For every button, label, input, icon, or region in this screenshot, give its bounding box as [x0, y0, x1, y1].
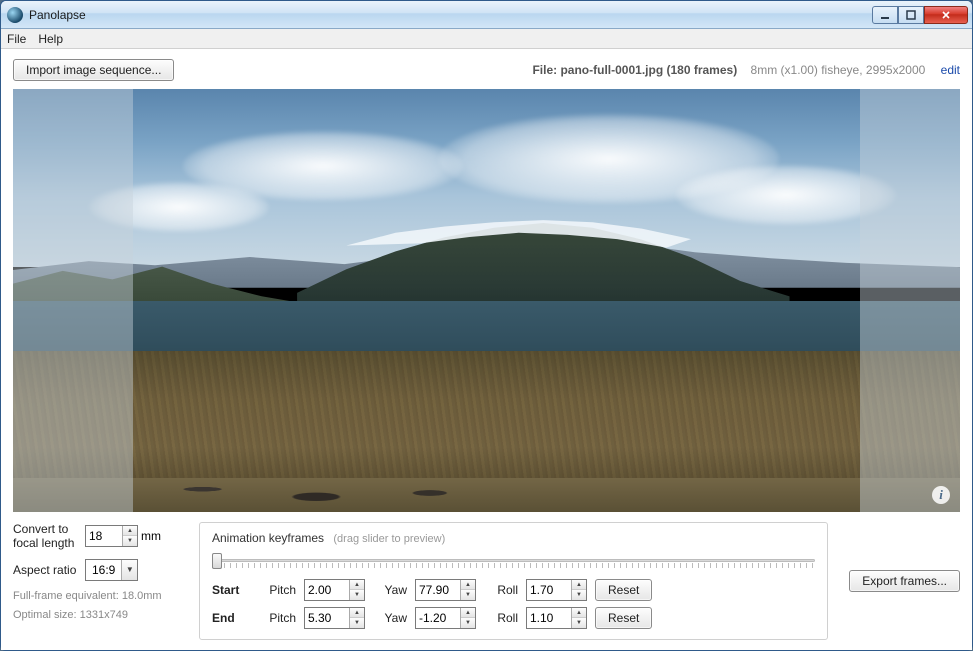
optimal-size-text: Optimal size: 1331x749: [13, 608, 185, 623]
maximize-button[interactable]: [898, 6, 924, 24]
pitch-label-start: Pitch: [262, 583, 296, 597]
aspect-value: 16:9: [86, 563, 121, 577]
keyframes-hint: (drag slider to preview): [333, 533, 445, 545]
pitch-label-end: Pitch: [262, 611, 296, 625]
export-button[interactable]: Export frames...: [849, 570, 960, 592]
preview-slider[interactable]: [212, 551, 815, 569]
menu-file[interactable]: File: [7, 32, 26, 46]
menu-help[interactable]: Help: [38, 32, 63, 46]
file-info: File: pano-full-0001.jpg (180 frames) 8m…: [532, 63, 960, 77]
end-pitch-input[interactable]: ▲▼: [304, 607, 365, 629]
titlebar: Panolapse: [1, 1, 972, 29]
start-reset-button[interactable]: Reset: [595, 579, 652, 601]
yaw-label-end: Yaw: [373, 611, 407, 625]
start-yaw-input[interactable]: ▲▼: [415, 579, 476, 601]
roll-label-start: Roll: [484, 583, 518, 597]
keyframes-title: Animation keyframes: [212, 531, 324, 545]
end-row: End Pitch ▲▼ Yaw ▲▼ Roll ▲▼: [212, 607, 815, 629]
keyframes-panel: Animation keyframes (drag slider to prev…: [199, 522, 828, 640]
app-window: Panolapse File Help Import image sequenc…: [0, 0, 973, 651]
crop-overlay-left: [13, 89, 133, 512]
content-area: Import image sequence... File: pano-full…: [1, 49, 972, 650]
top-row: Import image sequence... File: pano-full…: [13, 57, 960, 83]
bottom-panel: Convert to focal length ▲▼ mm Aspect rat…: [13, 512, 960, 640]
focal-length-input[interactable]: ▲▼: [85, 525, 138, 547]
start-row: Start Pitch ▲▼ Yaw ▲▼ Roll ▲▼: [212, 579, 815, 601]
yaw-label-start: Yaw: [373, 583, 407, 597]
focal-length-value[interactable]: [86, 526, 122, 546]
preview-image: [13, 89, 960, 512]
preview-pane[interactable]: i: [13, 89, 960, 512]
slider-thumb[interactable]: [212, 553, 222, 569]
end-yaw-input[interactable]: ▲▼: [415, 607, 476, 629]
edit-link[interactable]: edit: [941, 63, 960, 77]
aspect-combo[interactable]: 16:9 ▼: [85, 559, 138, 581]
start-pitch-input[interactable]: ▲▼: [304, 579, 365, 601]
end-reset-button[interactable]: Reset: [595, 607, 652, 629]
menubar: File Help: [1, 29, 972, 49]
minimize-button[interactable]: [872, 6, 898, 24]
import-button[interactable]: Import image sequence...: [13, 59, 174, 81]
window-controls: [872, 6, 968, 24]
crop-overlay-right: [860, 89, 960, 512]
start-roll-input[interactable]: ▲▼: [526, 579, 587, 601]
left-column: Convert to focal length ▲▼ mm Aspect rat…: [13, 522, 185, 640]
app-icon: [7, 7, 23, 23]
lens-info: 8mm (x1.00) fisheye, 2995x2000: [751, 63, 926, 77]
right-column: Export frames...: [842, 522, 960, 640]
convert-label: Convert to focal length: [13, 522, 85, 551]
info-icon[interactable]: i: [932, 486, 950, 504]
chevron-down-icon[interactable]: ▼: [121, 560, 137, 580]
ff-equivalent-text: Full-frame equivalent: 18.0mm: [13, 589, 185, 604]
end-label: End: [212, 611, 254, 625]
focal-length-unit: mm: [141, 529, 161, 543]
start-label: Start: [212, 583, 254, 597]
focal-length-spinner[interactable]: ▲▼: [122, 526, 137, 546]
close-button[interactable]: [924, 6, 968, 24]
roll-label-end: Roll: [484, 611, 518, 625]
file-label: File: pano-full-0001.jpg (180 frames): [532, 63, 737, 77]
aspect-label: Aspect ratio: [13, 563, 85, 577]
window-title: Panolapse: [29, 8, 86, 22]
end-roll-input[interactable]: ▲▼: [526, 607, 587, 629]
